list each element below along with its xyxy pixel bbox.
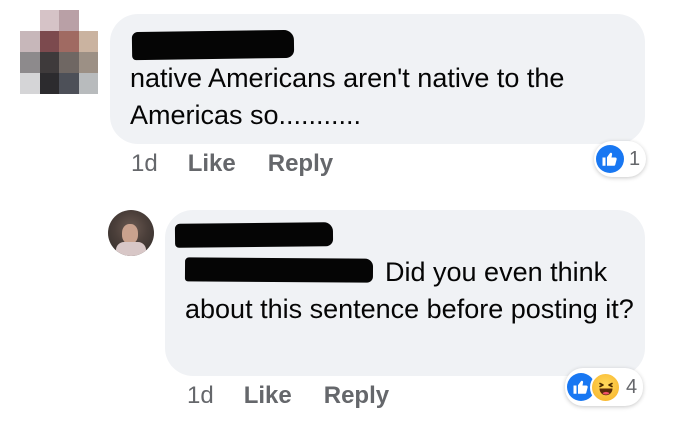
reaction-count: 1 (629, 147, 641, 170)
haha-icon (590, 371, 621, 403)
redacted-author-name (131, 29, 295, 61)
comment-text: Did you even think about this sentence b… (185, 257, 634, 324)
avatar[interactable] (20, 10, 98, 94)
reply-button[interactable]: Reply (324, 382, 389, 410)
comment-actions: 1d Like Reply (131, 150, 333, 178)
reaction-summary[interactable]: 4 (565, 368, 644, 406)
comment-text: native Americans aren't native to the Am… (130, 63, 571, 130)
reply-bubble: Did you even think about this sentence b… (165, 210, 645, 376)
comment-thread: native Americans aren't native to the Am… (0, 0, 700, 427)
reaction-count: 4 (626, 375, 638, 398)
reaction-summary[interactable]: 1 (594, 141, 647, 177)
reply-button[interactable]: Reply (268, 150, 333, 178)
redacted-author-name (174, 222, 334, 248)
like-icon (596, 145, 624, 173)
comment-bubble: native Americans aren't native to the Am… (110, 14, 645, 144)
timestamp[interactable]: 1d (187, 382, 214, 410)
avatar[interactable] (108, 210, 154, 256)
like-button[interactable]: Like (244, 382, 292, 410)
like-button[interactable]: Like (188, 150, 236, 178)
timestamp[interactable]: 1d (131, 150, 158, 178)
comment-actions: 1d Like Reply (187, 382, 389, 410)
